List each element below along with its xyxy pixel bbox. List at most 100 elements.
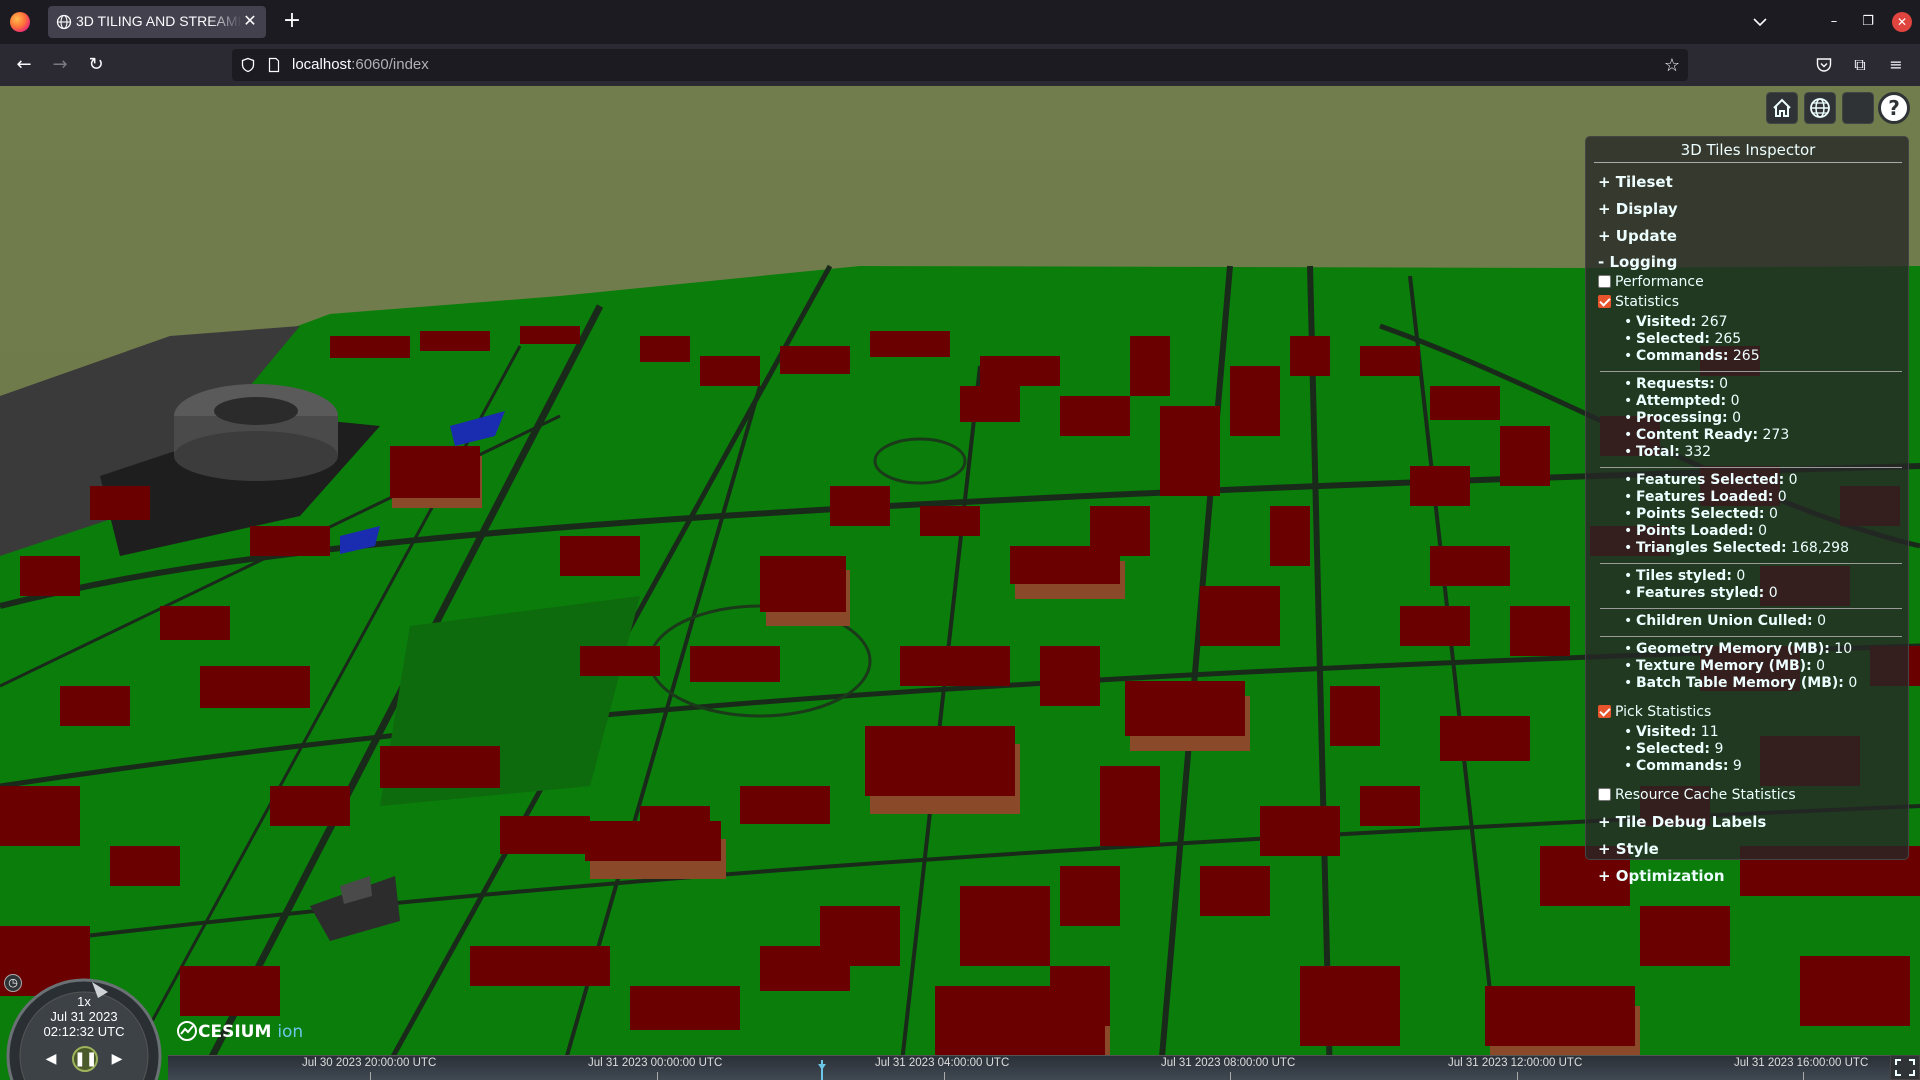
stat-tiles-styled: Tiles styled: 0 <box>1624 568 1902 585</box>
section-update[interactable]: + Update <box>1598 223 1900 250</box>
plus-icon[interactable]: + <box>280 10 304 34</box>
stat-geometry-memory: Geometry Memory (MB): 10 <box>1624 641 1902 658</box>
browser-tab[interactable]: 3D TILING AND STREAMING ✕ <box>48 6 266 38</box>
pocket-icon[interactable] <box>1812 53 1836 77</box>
animation-time: 02:12:32 UTC <box>43 1024 125 1039</box>
star-icon[interactable]: ☆ <box>1664 55 1680 76</box>
stat-features-loaded: Features Loaded: 0 <box>1624 489 1902 506</box>
stat-visited: Visited: 267 <box>1624 314 1902 331</box>
cesium-icon <box>177 1021 197 1041</box>
stat-texture-memory: Texture Memory (MB): 0 <box>1624 658 1902 675</box>
timeline-tick <box>944 1072 945 1080</box>
timeline-label: Jul 31 2023 16:00:00 UTC <box>1734 1057 1869 1069</box>
stat-requests: Requests: 0 <box>1624 376 1902 393</box>
timeline-label: Jul 31 2023 00:00:00 UTC <box>588 1057 723 1069</box>
chevron-down-icon[interactable] <box>1748 10 1772 34</box>
stat-children-union-culled: Children Union Culled: 0 <box>1624 613 1902 630</box>
fullscreen-button[interactable] <box>1890 1055 1920 1080</box>
cesium-brand: CESIUM <box>198 1022 272 1042</box>
stadium-model <box>174 384 338 481</box>
section-tile-debug-labels[interactable]: + Tile Debug Labels <box>1598 809 1900 836</box>
stat-triangles-selected: Triangles Selected: 168,298 <box>1624 540 1902 557</box>
timeline-label: Jul 31 2023 08:00:00 UTC <box>1161 1057 1296 1069</box>
stat-selected: Selected: 265 <box>1624 331 1902 348</box>
play-reverse-button[interactable]: ◀ <box>40 1048 62 1070</box>
statistics-checkbox[interactable] <box>1598 295 1611 308</box>
timeline-tick <box>1230 1072 1231 1080</box>
reload-icon[interactable]: ↻ <box>84 53 108 77</box>
url-bar[interactable]: localhost:6060/index ☆ <box>232 49 1688 81</box>
pick-statistics-checkbox[interactable] <box>1598 705 1611 718</box>
stats-group-culling: Children Union Culled: 0 <box>1600 613 1902 637</box>
menu-icon[interactable]: ≡ <box>1884 53 1908 77</box>
pick-stats-group: Visited: 11 Selected: 9 Commands: 9 <box>1600 724 1902 781</box>
restore-icon[interactable]: ❐ <box>1856 10 1880 34</box>
home-button[interactable] <box>1766 92 1798 124</box>
browser-tab-bar: 3D TILING AND STREAMING ✕ + – ❐ ✕ <box>0 0 1920 44</box>
pick-statistics-label: Pick Statistics <box>1615 704 1712 720</box>
stats-group-requests: Requests: 0 Attempted: 0 Processing: 0 C… <box>1600 376 1902 468</box>
globe-icon <box>1810 98 1830 118</box>
home-icon <box>1773 98 1791 117</box>
minimize-icon[interactable]: – <box>1822 10 1846 34</box>
stat-attempted: Attempted: 0 <box>1624 393 1902 410</box>
timeline-needle[interactable] <box>818 1060 826 1080</box>
resource-cache-checkbox[interactable] <box>1598 788 1611 801</box>
firefox-icon[interactable] <box>10 12 30 32</box>
pick-stat-visited: Visited: 11 <box>1624 724 1902 741</box>
stats-group-styling: Tiles styled: 0 Features styled: 0 <box>1600 568 1902 609</box>
close-window-icon[interactable]: ✕ <box>1892 12 1912 32</box>
cesium-ion-logo[interactable]: CESIUM ion <box>176 1020 303 1044</box>
stat-processing: Processing: 0 <box>1624 410 1902 427</box>
animation-speed: 1x <box>77 994 91 1009</box>
page-icon[interactable] <box>266 57 282 73</box>
close-icon[interactable]: ✕ <box>240 11 260 31</box>
pause-button[interactable]: ❚❚ <box>72 1046 98 1072</box>
resource-cache-checkbox-row[interactable]: Resource Cache Statistics <box>1598 785 1900 805</box>
play-button[interactable]: ▶ <box>106 1048 128 1070</box>
help-button[interactable]: ? <box>1878 92 1910 124</box>
section-style[interactable]: + Style <box>1598 836 1900 863</box>
stats-group-features: Features Selected: 0 Features Loaded: 0 … <box>1600 472 1902 564</box>
extensions-icon[interactable]: ⧉ <box>1848 53 1872 77</box>
clock-icon[interactable]: ◷ <box>4 974 22 992</box>
timeline-tick <box>657 1072 658 1080</box>
stat-features-selected: Features Selected: 0 <box>1624 472 1902 489</box>
pick-statistics-checkbox-row[interactable]: Pick Statistics <box>1598 702 1900 722</box>
url-host: localhost <box>292 56 352 73</box>
scene-mode-button[interactable] <box>1804 92 1836 124</box>
pick-stat-selected: Selected: 9 <box>1624 741 1902 758</box>
pick-stat-commands: Commands: 9 <box>1624 758 1902 775</box>
back-icon[interactable]: ← <box>12 53 36 77</box>
stat-content-ready: Content Ready: 273 <box>1624 427 1902 444</box>
globe-icon <box>56 14 72 30</box>
section-logging[interactable]: - Logging <box>1598 252 1900 272</box>
timeline-label: Jul 30 2023 20:00:00 UTC <box>302 1057 437 1069</box>
section-tileset[interactable]: + Tileset <box>1598 169 1900 196</box>
performance-checkbox[interactable] <box>1598 275 1611 288</box>
timeline-label: Jul 31 2023 12:00:00 UTC <box>1448 1057 1583 1069</box>
stat-points-selected: Points Selected: 0 <box>1624 506 1902 523</box>
base-layer-picker-button[interactable] <box>1842 92 1874 124</box>
stat-points-loaded: Points Loaded: 0 <box>1624 523 1902 540</box>
section-display[interactable]: + Display <box>1598 196 1900 223</box>
tab-title: 3D TILING AND STREAMING <box>76 13 242 29</box>
timeline-tick <box>1803 1072 1804 1080</box>
url-path: :6060/index <box>351 56 429 73</box>
browser-nav-bar: ← → ↻ localhost:6060/index ☆ ⧉ ≡ <box>0 44 1920 86</box>
stat-features-styled: Features styled: 0 <box>1624 585 1902 602</box>
stat-batch-table-memory: Batch Table Memory (MB): 0 <box>1624 675 1902 692</box>
animation-widget[interactable]: 1x Jul 31 2023 02:12:32 UTC ◀ ❚❚ ▶ ◷ <box>0 972 170 1080</box>
statistics-label: Statistics <box>1615 294 1679 310</box>
cesium-viewer[interactable]: ? 3D Tiles Inspector + Tileset + Display… <box>0 86 1920 1080</box>
performance-checkbox-row[interactable]: Performance <box>1598 272 1900 292</box>
forward-icon[interactable]: → <box>48 53 72 77</box>
3d-tiles-inspector: 3D Tiles Inspector + Tileset + Display +… <box>1585 136 1909 885</box>
shield-icon[interactable] <box>240 57 256 73</box>
section-optimization[interactable]: + Optimization <box>1598 863 1900 890</box>
timeline[interactable]: Jul 30 2023 20:00:00 UTC Jul 31 2023 00:… <box>168 1055 1890 1080</box>
url-text[interactable]: localhost:6060/index <box>292 56 429 73</box>
animation-date: Jul 31 2023 <box>50 1009 118 1024</box>
timeline-tick <box>370 1072 371 1080</box>
statistics-checkbox-row[interactable]: Statistics <box>1598 292 1900 312</box>
